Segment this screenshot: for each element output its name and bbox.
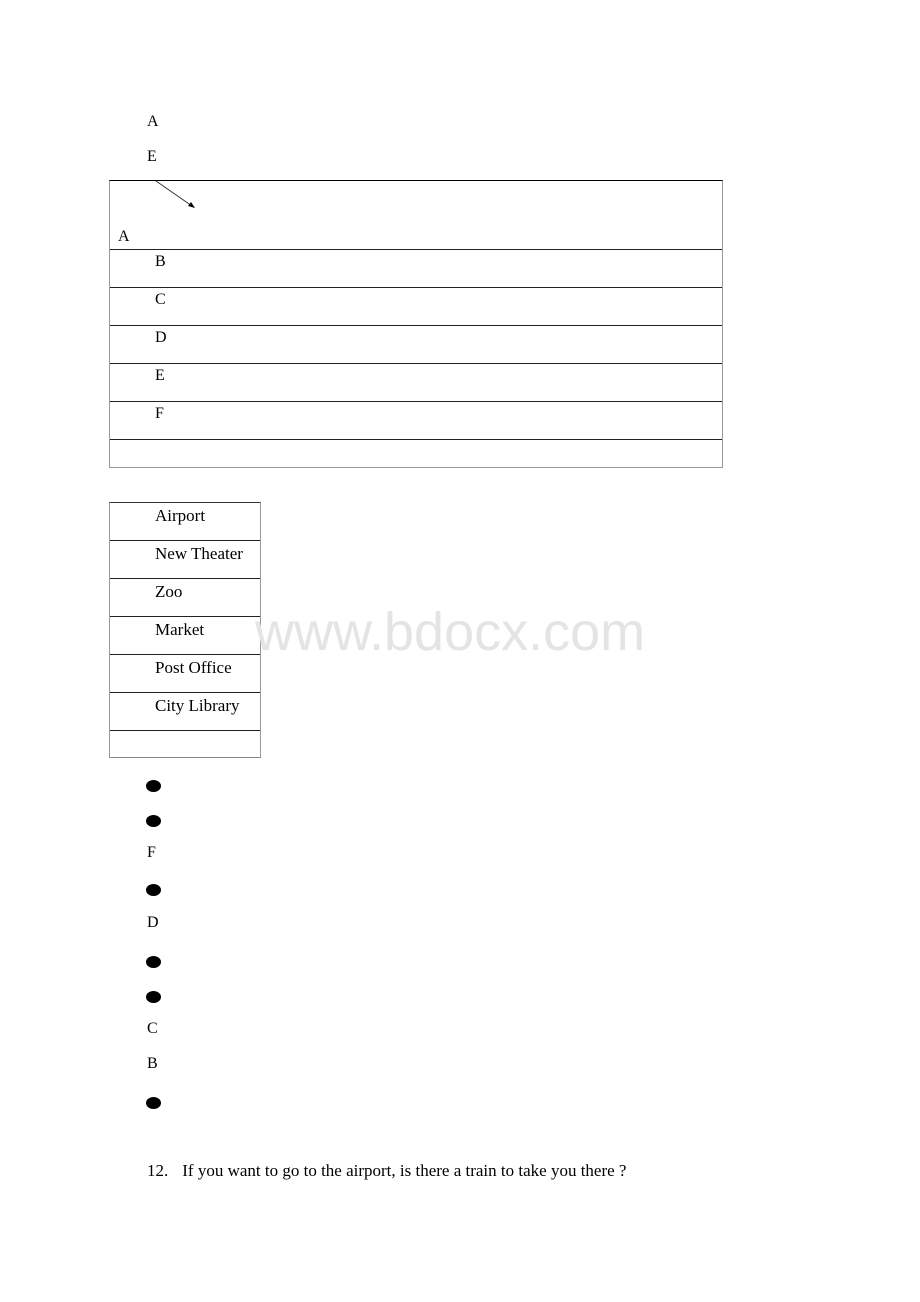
grid-row-d: D [110, 325, 722, 363]
grid-row-empty [110, 439, 722, 467]
grid-row-label: D [155, 329, 167, 346]
list-letter-f: F [147, 844, 156, 861]
bullet-icon [146, 1097, 161, 1109]
place-label: City Library [155, 696, 240, 715]
place-row-city-library: City Library [110, 692, 260, 730]
watermark: www.bdocx.com [255, 602, 646, 662]
grid-row-c: C [110, 287, 722, 325]
place-label: New Theater [155, 544, 243, 563]
question-12: 12. If you want to go to the airport, is … [147, 1161, 626, 1181]
top-label-a: A [147, 113, 159, 130]
bullet-icon [146, 780, 161, 792]
place-row-zoo: Zoo [110, 578, 260, 616]
grid-row-f: F [110, 401, 722, 439]
grid-header-row: A [110, 180, 722, 249]
bullet-icon [146, 956, 161, 968]
place-label: Zoo [155, 582, 183, 601]
question-text: If you want to go to the airport, is the… [182, 1161, 627, 1180]
place-row-post-office: Post Office [110, 654, 260, 692]
place-label: Airport [155, 506, 206, 525]
place-row-market: Market [110, 616, 260, 654]
bullet-icon [146, 815, 161, 827]
grid-table: A B C D E F [109, 180, 723, 468]
place-label: Post Office [155, 658, 232, 677]
place-row-new-theater: New Theater [110, 540, 260, 578]
grid-row-e: E [110, 363, 722, 401]
question-number: 12. [147, 1161, 169, 1180]
grid-row-label: C [155, 291, 166, 308]
top-label-e: E [147, 148, 157, 165]
place-row-empty [110, 730, 260, 757]
diagonal-arrow-icon [155, 180, 195, 208]
bullet-icon [146, 884, 161, 896]
bullet-icon [146, 991, 161, 1003]
grid-row-label: B [155, 253, 166, 270]
place-row-airport: Airport [110, 503, 260, 540]
grid-row-label: F [155, 405, 164, 422]
grid-corner-label: A [118, 228, 130, 245]
list-letter-b: B [147, 1055, 158, 1072]
grid-row-label: E [155, 367, 165, 384]
places-table: Airport New Theater Zoo Market Post Offi… [109, 502, 261, 758]
list-letter-d: D [147, 914, 159, 931]
list-letter-c: C [147, 1020, 158, 1037]
grid-row-b: B [110, 249, 722, 287]
place-label: Market [155, 620, 205, 639]
